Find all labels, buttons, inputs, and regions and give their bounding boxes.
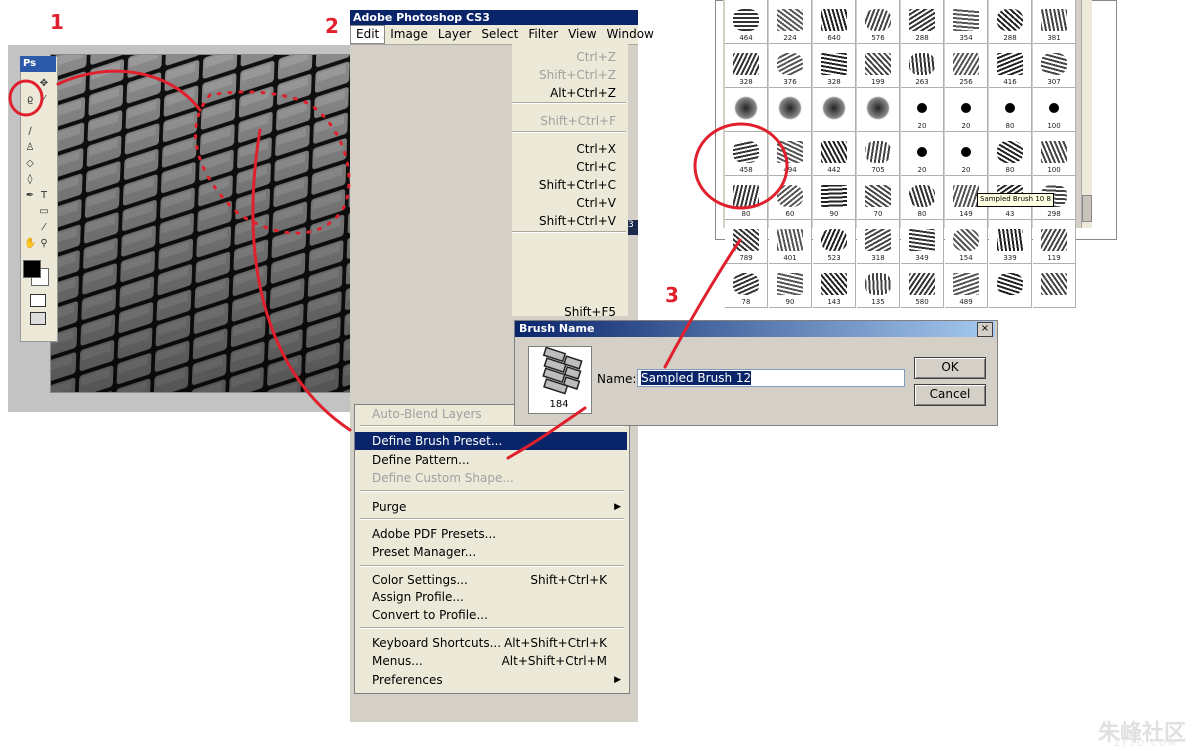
brush-circle-annotation — [693, 122, 789, 210]
watermark-subtitle: ZF3D.COM — [1114, 739, 1178, 749]
arrow-to-dialog — [506, 406, 587, 460]
selection-marquee-annotation — [194, 90, 351, 235]
red-annotation-overlay — [8, 69, 789, 460]
arrow-to-selection — [56, 69, 202, 112]
step-1-label: 1 — [50, 10, 64, 34]
step-3-label: 3 — [665, 283, 679, 307]
lasso-circle-annotation — [8, 79, 44, 117]
step-2-label: 2 — [325, 14, 339, 38]
arrow-to-menu — [251, 128, 352, 432]
